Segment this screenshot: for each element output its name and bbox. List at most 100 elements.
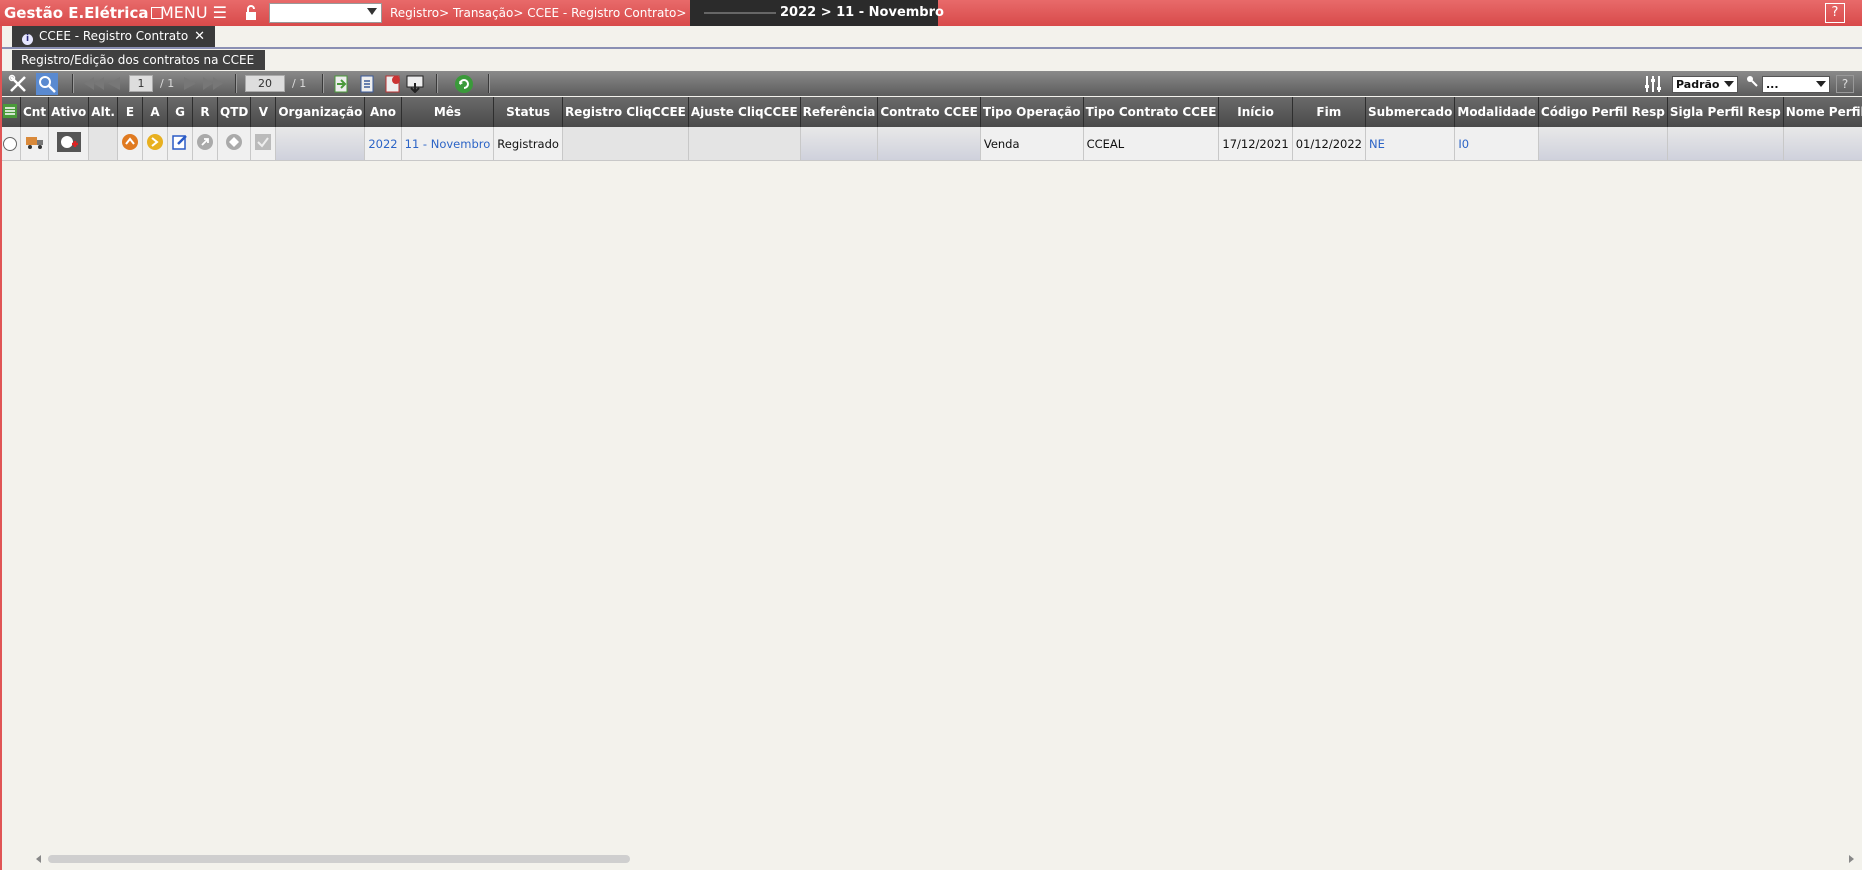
view-select[interactable]: Padrão [1672, 76, 1738, 93]
mes-cell[interactable]: 11 - Novembro [401, 127, 495, 161]
col-header-referencia[interactable]: Referência [800, 97, 879, 127]
a-cell[interactable] [142, 127, 168, 161]
col-header-v[interactable]: V [250, 97, 277, 127]
col-header-registro-cliqccee[interactable]: Registro CliqCCEE [562, 97, 689, 127]
toolbar: 1 / 1 20 / 1 ? [0, 71, 1862, 96]
arrow-right-icon[interactable] [146, 133, 164, 151]
col-header-a[interactable]: A [142, 97, 168, 127]
grid-header-row: Cnt Ativo Alt. E A G R QTD V Organização… [0, 97, 1862, 127]
first-page-icon[interactable] [84, 77, 104, 90]
download-icon[interactable] [406, 75, 424, 93]
help-button[interactable]: ? [1825, 3, 1845, 23]
col-header-g[interactable]: G [167, 97, 193, 127]
export-icon[interactable] [358, 75, 376, 93]
key-icon [1747, 76, 1758, 87]
v-cell[interactable] [250, 127, 277, 161]
tools-icon[interactable] [8, 74, 28, 94]
col-header-modalidade[interactable]: Modalidade [1454, 97, 1539, 127]
scroll-left-icon[interactable] [36, 855, 41, 863]
prev-page-icon[interactable] [108, 77, 120, 90]
e-cell[interactable] [117, 127, 143, 161]
scrollbar-thumb[interactable] [48, 855, 630, 863]
col-header-status[interactable]: Status [493, 97, 563, 127]
upload-icon[interactable] [121, 133, 139, 151]
info-icon: i [22, 34, 33, 45]
ativo-cell[interactable] [48, 127, 90, 161]
menu-button[interactable]: MENU ☰ [160, 0, 227, 26]
ajuste-cliqccee-cell [688, 127, 801, 161]
app-title[interactable]: Gestão E.Elétrica [0, 0, 167, 26]
col-header-organizacao[interactable]: Organização [275, 97, 366, 127]
filter-select[interactable]: ... [1762, 76, 1830, 93]
col-header-contrato-ccee[interactable]: Contrato CCEE [877, 97, 981, 127]
page-total: / 1 [160, 77, 175, 90]
next-page-icon[interactable] [184, 77, 196, 90]
undo-icon[interactable] [196, 133, 214, 151]
truck-icon[interactable] [25, 134, 45, 150]
close-icon[interactable]: ✕ [194, 29, 205, 44]
import-icon[interactable] [332, 75, 350, 93]
col-header-e[interactable]: E [117, 97, 143, 127]
col-header-codigo-perfil[interactable]: Código Perfil Resp [1538, 97, 1668, 127]
tab-label: CCEE - Registro Contrato [39, 29, 189, 43]
toolbar-separator [72, 74, 73, 93]
col-header-r[interactable]: R [192, 97, 218, 127]
col-header-mes[interactable]: Mês [401, 97, 495, 127]
col-header-cnt[interactable]: Cnt [20, 97, 50, 127]
fim-cell: 01/12/2022 [1292, 127, 1366, 161]
lock-icon[interactable] [244, 5, 258, 21]
active-status-icon[interactable] [56, 132, 81, 152]
cnt-cell[interactable] [20, 127, 50, 161]
pdf-icon[interactable] [384, 75, 402, 93]
col-header-tipo-contrato[interactable]: Tipo Contrato CCEE [1083, 97, 1220, 127]
registro-cliqccee-cell [562, 127, 689, 161]
submercado-cell[interactable]: NE [1365, 127, 1456, 161]
ano-cell[interactable]: 2022 [364, 127, 402, 161]
alt-cell [88, 127, 118, 161]
g-cell[interactable] [167, 127, 193, 161]
modalidade-cell[interactable]: I0 [1454, 127, 1539, 161]
checkbox-icon[interactable] [254, 133, 272, 151]
tab-ccee-registro-contrato[interactable]: i CCEE - Registro Contrato ✕ [12, 26, 215, 47]
col-header-ajuste-cliqccee[interactable]: Ajuste CliqCCEE [688, 97, 801, 127]
left-border [0, 26, 2, 870]
qtd-cell[interactable] [217, 127, 252, 161]
col-header-qtd[interactable]: QTD [217, 97, 252, 127]
col-header-inicio[interactable]: Início [1218, 97, 1293, 127]
r-cell[interactable] [192, 127, 218, 161]
page-current-input[interactable]: 1 [129, 75, 153, 92]
scroll-right-icon[interactable] [1849, 855, 1854, 863]
page-size-input[interactable]: 20 [245, 75, 285, 92]
row-select-cell[interactable] [0, 127, 21, 161]
toolbar-help-button[interactable]: ? [1836, 75, 1854, 93]
page-size-total: / 1 [292, 77, 307, 90]
grid-menu-header[interactable] [0, 97, 21, 127]
search-icon[interactable] [36, 73, 58, 95]
refresh-icon[interactable] [454, 74, 474, 94]
table-row[interactable]: 2022 11 - Novembro Registrado Venda CCEA… [0, 127, 1862, 161]
col-header-submercado[interactable]: Submercado [1365, 97, 1456, 127]
last-page-icon[interactable] [203, 77, 223, 90]
col-header-tipo-operacao[interactable]: Tipo Operação [980, 97, 1084, 127]
horizontal-scrollbar[interactable] [36, 852, 1858, 866]
nome-perfil-cell [1783, 127, 1862, 161]
contracts-grid: Cnt Ativo Alt. E A G R QTD V Organização… [0, 97, 1862, 161]
filter-select-value: ... [1766, 78, 1779, 91]
row-radio[interactable] [3, 136, 17, 151]
quantity-icon[interactable] [225, 133, 243, 151]
col-header-ano[interactable]: Ano [364, 97, 402, 127]
breadcrumb[interactable]: Registro> Transação> CCEE - Registro Con… [390, 0, 686, 26]
tipo-contrato-cell: CCEAL [1083, 127, 1220, 161]
settings-sliders-icon[interactable] [1643, 74, 1663, 94]
col-header-sigla-perfil[interactable]: Sigla Perfil Resp [1667, 97, 1784, 127]
contrato-ccee-cell [877, 127, 981, 161]
col-header-nome-perfil[interactable]: Nome Perfil Resp [1783, 97, 1862, 127]
tab-divider [0, 47, 1862, 49]
edit-icon[interactable] [171, 133, 189, 151]
col-header-alt[interactable]: Alt. [88, 97, 118, 127]
context-select[interactable] [269, 3, 382, 23]
col-header-ativo[interactable]: Ativo [48, 97, 90, 127]
col-header-fim[interactable]: Fim [1292, 97, 1366, 127]
grid-columns-icon[interactable] [2, 103, 18, 119]
chevron-down-icon [1724, 81, 1734, 87]
